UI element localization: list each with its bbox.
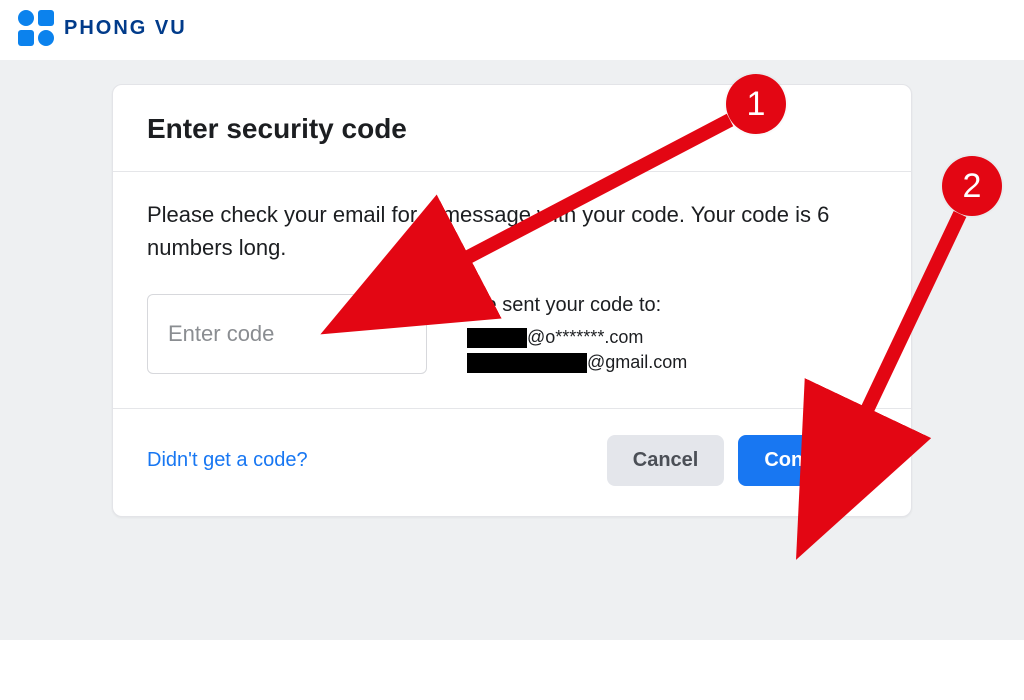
continue-button[interactable]: Continue bbox=[738, 435, 877, 486]
email-suffix: @o*******.com bbox=[527, 327, 643, 348]
brand-name: PHONG VU bbox=[64, 17, 187, 40]
page-header: PHONG VU bbox=[0, 0, 1024, 60]
redacted-block bbox=[467, 328, 527, 348]
email-suffix: @gmail.com bbox=[587, 352, 687, 373]
security-code-input[interactable] bbox=[147, 294, 427, 374]
annotation-badge-2: 2 bbox=[942, 156, 1002, 216]
sent-to-block: We sent your code to: @o*******.com @gma… bbox=[467, 294, 687, 373]
button-row: Cancel Continue bbox=[607, 435, 877, 486]
sent-to-email-1: @o*******.com bbox=[467, 327, 687, 348]
brand-logo: PHONG VU bbox=[18, 10, 187, 46]
cancel-button[interactable]: Cancel bbox=[607, 435, 725, 486]
page-background: Enter security code Please check your em… bbox=[0, 60, 1024, 640]
redacted-block bbox=[467, 353, 587, 373]
card-body: Please check your email for a message wi… bbox=[113, 172, 911, 408]
didnt-get-code-link[interactable]: Didn't get a code? bbox=[147, 449, 308, 472]
sent-to-label: We sent your code to: bbox=[467, 294, 687, 317]
security-code-card: Enter security code Please check your em… bbox=[112, 84, 912, 517]
sent-to-email-2: @gmail.com bbox=[467, 352, 687, 373]
brand-logo-mark bbox=[18, 10, 54, 46]
annotation-badge-1: 1 bbox=[726, 74, 786, 134]
instruction-text: Please check your email for a message wi… bbox=[147, 198, 877, 264]
card-header: Enter security code bbox=[113, 85, 911, 172]
card-footer: Didn't get a code? Cancel Continue bbox=[113, 408, 911, 516]
